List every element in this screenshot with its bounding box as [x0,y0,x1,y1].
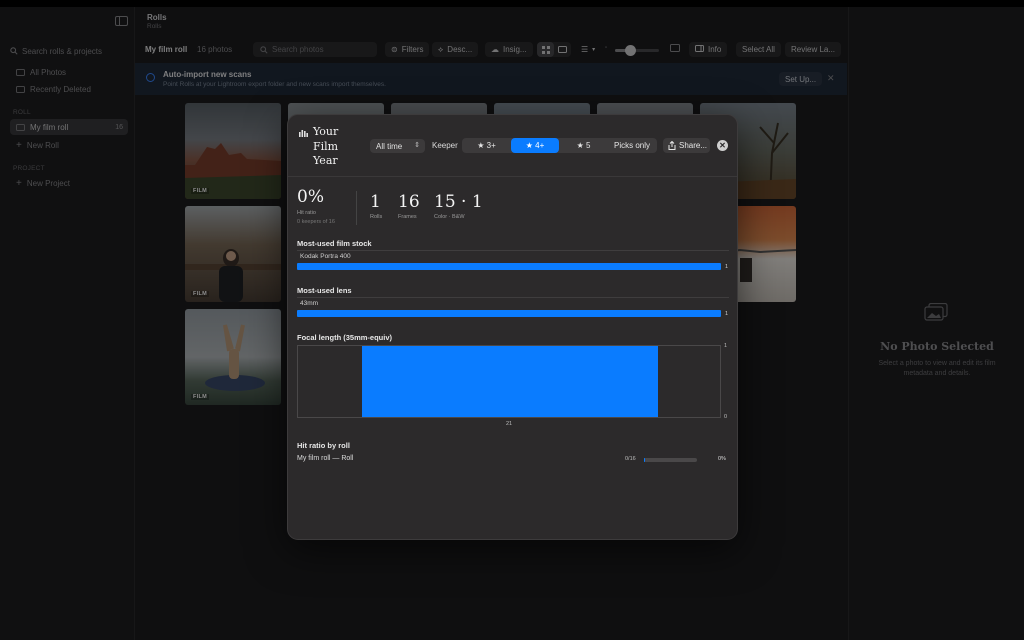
keeper-label: Keeper [432,141,458,150]
film-stock-bar [297,263,721,270]
hit-ratio-roll-name: My film roll — Roll [297,455,354,462]
share-label: Share... [679,141,708,150]
focal-length-title: Focal length (35mm-equiv) [297,333,393,342]
rolls-value: 1 [370,192,381,212]
hit-ratio-row: My film roll — Roll 0/16 0% [297,455,729,465]
frames-value: 16 [398,192,420,212]
keeper-segmented-control[interactable]: ★ 3+ ★ 4+ ★ 5 Picks only [462,138,657,153]
film-year-modal: Your Film Year All time ⇕ Keeper ★ 3+ ★ … [287,114,738,540]
keeper-option-picks-only[interactable]: Picks only [607,138,657,153]
film-stock-divider [297,250,729,251]
focal-bar-21 [361,346,659,418]
modal-title: Your Film Year [313,125,339,167]
keeper-option-3plus[interactable]: ★ 3+ [462,138,511,153]
focal-x-axis [297,417,721,418]
close-icon[interactable]: ✕ [717,140,728,151]
frames-label: Frames [398,214,417,220]
stats-divider [356,191,357,225]
share-icon [668,141,676,150]
hit-ratio-fill [644,458,646,462]
lens-bar [297,310,721,317]
period-select[interactable]: All time ⇕ [370,139,425,153]
focal-y-tick-max: 1 [724,343,728,349]
hit-ratio-track [644,458,697,462]
window-top-strip [0,0,1024,7]
hit-ratio-percent: 0% [718,456,726,462]
film-stock-count: 1 [725,264,729,270]
film-stock-label: Kodak Portra 400 [300,253,351,260]
lens-divider [297,297,729,298]
keeper-option-4plus[interactable]: ★ 4+ [511,138,559,153]
hit-ratio-roll-title: Hit ratio by roll [297,441,350,450]
rolls-label: Rolls [370,214,383,220]
film-stock-title: Most-used film stock [297,239,372,248]
bar-chart-icon [299,130,308,137]
focal-x-tick-21: 21 [506,421,513,427]
hit-ratio-value: 0% [297,187,324,207]
focal-y-tick-min: 0 [724,414,728,420]
chevron-updown-icon: ⇕ [414,142,420,149]
focal-length-chart [297,345,721,418]
keeper-option-5[interactable]: ★ 5 [560,138,607,153]
hit-ratio-sub: 0 keepers of 16 [297,219,335,225]
hit-ratio-fraction: 0/16 [625,456,636,462]
lens-title: Most-used lens [297,286,352,295]
period-value: All time [376,141,403,151]
modal-header: Your Film Year All time ⇕ Keeper ★ 3+ ★ … [288,115,737,177]
share-button[interactable]: Share... [663,138,710,153]
color-bw-value: 15 · 1 [434,192,483,212]
color-bw-label: Color · B&W [434,214,465,220]
hit-ratio-label: Hit ratio [297,210,316,216]
lens-label: 43mm [300,300,319,307]
lens-count: 1 [725,311,729,317]
